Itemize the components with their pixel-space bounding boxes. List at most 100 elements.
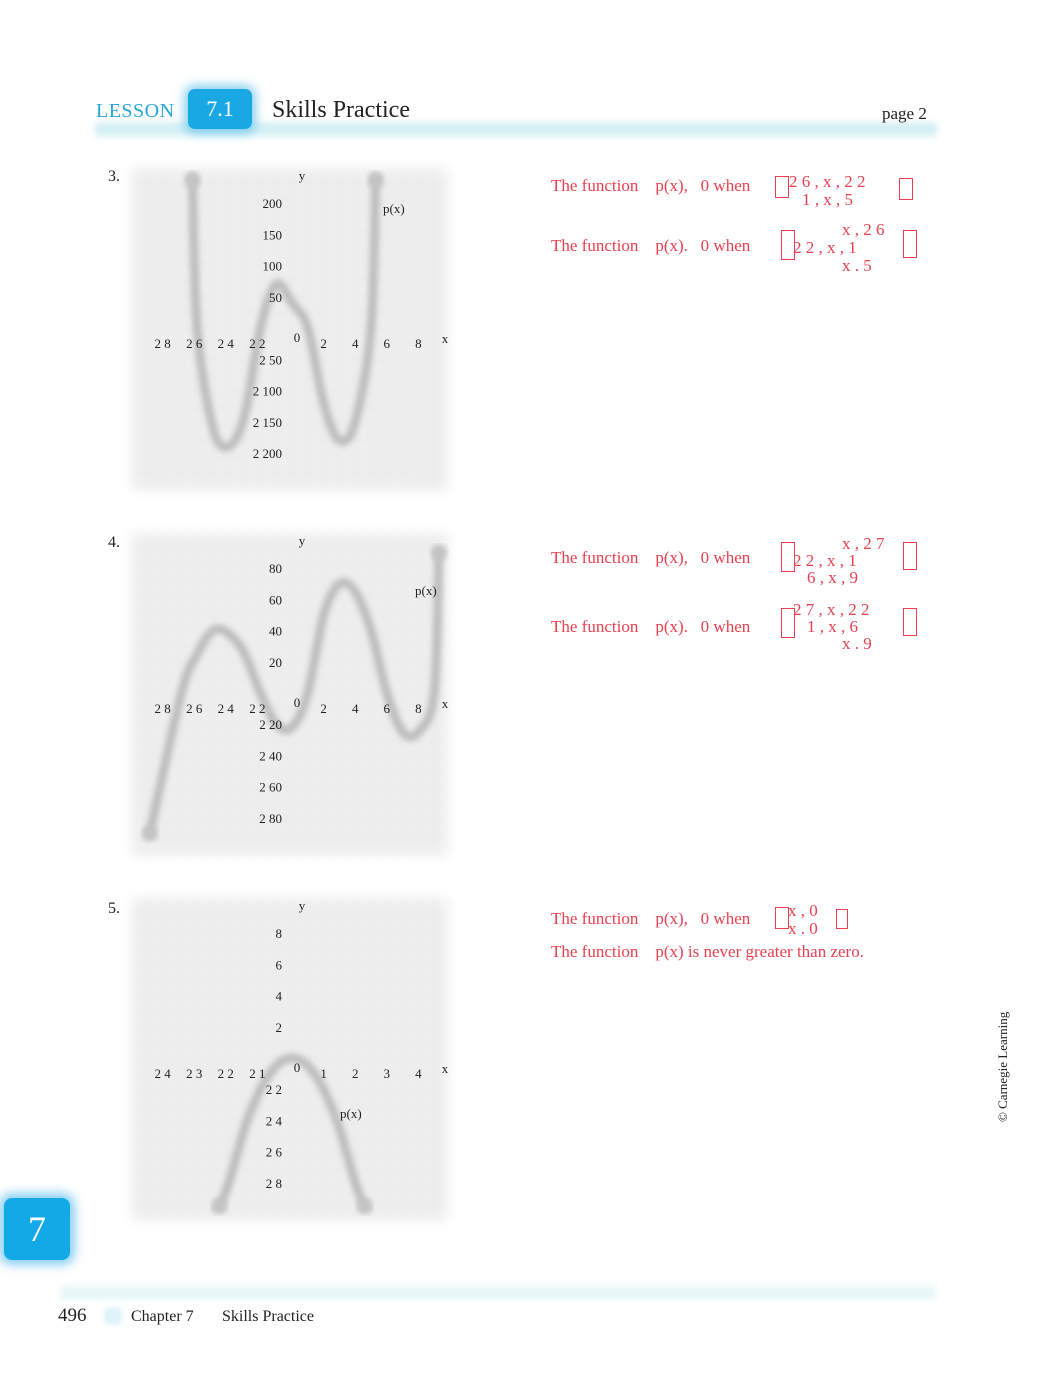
y-tick-label: 2 40 bbox=[259, 748, 282, 763]
page-number: 496 bbox=[58, 1305, 87, 1326]
y-tick-label: 2 60 bbox=[259, 780, 282, 795]
y-tick-label: 2 100 bbox=[253, 384, 282, 399]
x-tick-label: 2 bbox=[352, 1066, 359, 1081]
x-axis-label: x bbox=[442, 1061, 449, 1076]
x-tick-label: 2 bbox=[320, 701, 327, 716]
lesson-number-badge: 7.1 bbox=[188, 89, 252, 129]
y-tick-label: 200 bbox=[263, 196, 283, 211]
origin-label: 0 bbox=[294, 330, 301, 345]
interval-row: 1 , x , 5 bbox=[802, 190, 853, 209]
y-tick-label: 4 bbox=[276, 989, 283, 1004]
x-tick-label: 6 bbox=[384, 701, 391, 716]
curve-endpoint bbox=[367, 172, 384, 188]
x-tick-label: 2 8 bbox=[154, 336, 170, 351]
curve-endpoint bbox=[211, 1198, 228, 1215]
interval-row: 2 2 , x , 1 bbox=[793, 238, 857, 257]
answer-line: The function p(x). 0 when bbox=[551, 617, 751, 636]
y-tick-label: 2 4 bbox=[266, 1113, 283, 1128]
page-label: page 2 bbox=[882, 104, 927, 123]
x-tick-label: 2 1 bbox=[249, 1066, 265, 1081]
interval-row: 2 6 , x , 2 2 bbox=[789, 172, 866, 191]
right-brace-glyph bbox=[836, 909, 848, 929]
interval-row: x , 0 bbox=[788, 901, 818, 920]
problem-number: 4. bbox=[108, 534, 120, 551]
x-tick-label: 2 4 bbox=[218, 701, 235, 716]
origin-label: 0 bbox=[294, 695, 301, 710]
curve-label: p(x) bbox=[340, 1106, 362, 1121]
curve-endpoint bbox=[184, 172, 201, 188]
y-tick-label: 2 150 bbox=[253, 415, 282, 430]
origin-label: 0 bbox=[294, 1060, 301, 1075]
answer-line: The function p(x), 0 when bbox=[551, 909, 751, 928]
graph-problem-3: 2 8 2 6 2 4 2 2 0 2 4 6 8 200 150 100 50 2 50 2 100 2 1… bbox=[132, 168, 450, 490]
footer-chapter: Chapter 7 bbox=[131, 1308, 194, 1325]
y-tick-label: 20 bbox=[269, 655, 282, 670]
x-tick-label: 4 bbox=[352, 336, 359, 351]
curve-endpoint bbox=[430, 544, 447, 561]
interval-row: x . 9 bbox=[842, 634, 872, 653]
copyright-notice: © Carnegie Learning bbox=[995, 1011, 1010, 1122]
x-tick-label: 2 8 bbox=[154, 701, 170, 716]
y-tick-label: 2 2 bbox=[266, 1082, 282, 1097]
x-tick-label: 6 bbox=[384, 336, 391, 351]
interval-row: x , 2 6 bbox=[842, 220, 885, 239]
interval-row: x . 0 bbox=[788, 919, 818, 938]
y-axis-label: y bbox=[299, 168, 306, 183]
right-brace-glyph bbox=[899, 178, 913, 200]
x-tick-label: 1 bbox=[320, 1066, 327, 1081]
y-tick-label: 8 bbox=[276, 926, 283, 941]
x-tick-label: 2 2 bbox=[249, 701, 265, 716]
left-brace-glyph bbox=[775, 907, 789, 929]
x-axis-label: x bbox=[442, 331, 449, 346]
y-tick-label: 2 6 bbox=[266, 1145, 283, 1160]
y-tick-label: 80 bbox=[269, 561, 282, 576]
y-tick-label: 150 bbox=[263, 227, 283, 242]
chapter-tab: 7 bbox=[4, 1198, 70, 1260]
y-tick-label: 2 8 bbox=[266, 1176, 282, 1191]
y-tick-label: 6 bbox=[276, 957, 283, 972]
graph-problem-4: 2 82 62 42 2 0 2 4 6 8806040202 202 402 602 8… bbox=[132, 533, 450, 855]
interval-row: 6 , x , 9 bbox=[807, 568, 858, 587]
curve-endpoint bbox=[356, 1198, 373, 1215]
y-tick-label: 60 bbox=[269, 592, 282, 607]
y-tick-label: 2 50 bbox=[259, 352, 282, 367]
right-brace-glyph bbox=[903, 542, 917, 570]
x-tick-label: 4 bbox=[415, 1066, 422, 1081]
y-axis-label: y bbox=[299, 898, 306, 913]
x-tick-label: 2 6 bbox=[186, 336, 203, 351]
lesson-label: LESSON bbox=[96, 100, 175, 122]
y-tick-label: 40 bbox=[269, 624, 282, 639]
x-tick-label: 2 6 bbox=[186, 701, 203, 716]
y-tick-label: 2 200 bbox=[253, 446, 282, 461]
footer-band bbox=[60, 1285, 936, 1299]
y-tick-label: 2 80 bbox=[259, 811, 282, 826]
x-tick-label: 2 3 bbox=[186, 1066, 202, 1081]
x-tick-label: 2 2 bbox=[218, 1066, 234, 1081]
curve-label: p(x) bbox=[415, 583, 437, 598]
answer-line: The function p(x), 0 when bbox=[551, 548, 751, 567]
y-tick-label: 100 bbox=[263, 259, 283, 274]
x-tick-label: 4 bbox=[352, 701, 359, 716]
right-brace-glyph bbox=[903, 608, 917, 636]
x-tick-label: 2 2 bbox=[249, 336, 265, 351]
answer-line: The function p(x) is never greater than … bbox=[551, 942, 864, 961]
answer-line: The function p(x), 0 when bbox=[551, 176, 751, 195]
left-brace-glyph bbox=[775, 176, 789, 198]
y-axis-label: y bbox=[299, 533, 306, 548]
graph-problem-5: 2 42 32 22 1 0 1 2 3 486422 22 42 62 8xyp(x) bbox=[132, 898, 450, 1220]
right-brace-glyph bbox=[903, 230, 917, 258]
x-axis-label: x bbox=[442, 696, 449, 711]
y-tick-label: 2 20 bbox=[259, 717, 282, 732]
y-tick-label: 50 bbox=[269, 290, 282, 305]
footer-decoration bbox=[104, 1307, 122, 1325]
y-tick-label: 2 bbox=[276, 1020, 283, 1035]
footer-section: Skills Practice bbox=[222, 1308, 314, 1325]
answer-line: The function p(x). 0 when bbox=[551, 236, 751, 255]
x-tick-label: 3 bbox=[384, 1066, 391, 1081]
curve-endpoint bbox=[141, 825, 158, 842]
x-tick-label: 2 bbox=[320, 336, 327, 351]
problem-number: 3. bbox=[108, 168, 120, 185]
page-title: Skills Practice bbox=[272, 97, 410, 123]
x-tick-label: 2 4 bbox=[154, 1066, 171, 1081]
problem-number: 5. bbox=[108, 900, 120, 917]
